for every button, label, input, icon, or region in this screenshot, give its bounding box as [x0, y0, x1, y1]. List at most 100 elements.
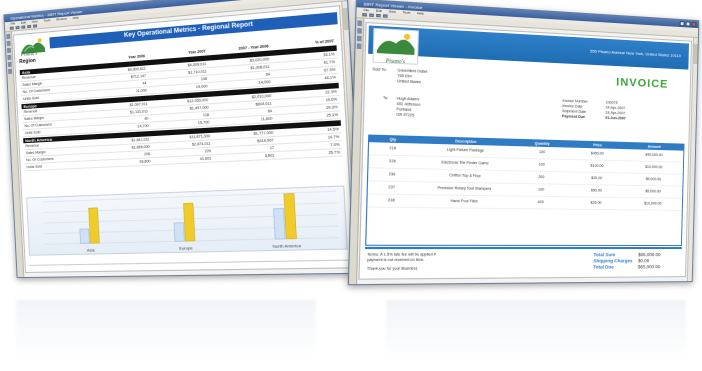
menu-help[interactable]: Help [72, 15, 78, 20]
cell: $450.00 [590, 151, 604, 156]
cell: 237 [388, 185, 396, 190]
menu-tools[interactable]: Tools [402, 10, 410, 15]
menu-file[interactable]: File [363, 8, 369, 13]
cell: $10,000.00 [644, 164, 663, 170]
total-label: Total Sum [593, 252, 616, 258]
cell: 100 [538, 162, 545, 167]
sold-to-block: Sold To: Greenfield Outlet 765 Elm Unite… [372, 67, 427, 84]
forward-icon[interactable] [32, 24, 38, 28]
navigator-icon[interactable] [8, 68, 13, 75]
outline-icon[interactable] [357, 28, 362, 34]
cell: $50.00 [590, 188, 602, 193]
cell: $10,000.00 [644, 201, 662, 206]
line-items-table: Qty Description Quantity Price Amount 21… [365, 134, 685, 247]
info-label: Payment Due [561, 114, 586, 120]
menu-edit[interactable]: Edit [376, 8, 382, 13]
sold-to-line: United States [397, 79, 422, 85]
cell: 226 [388, 158, 396, 164]
palette-icon[interactable] [6, 33, 11, 40]
palette-icon[interactable] [357, 20, 363, 27]
scene: Operational Metrics - BIRT Report Viewer… [0, 0, 702, 371]
report-footer [29, 259, 349, 270]
category-label: Europe [179, 245, 193, 251]
cell: $100.00 [590, 163, 604, 168]
cell: Electronic Tile Finder Game [441, 160, 489, 166]
category-label: North America [272, 243, 302, 249]
ship-to-line: OR 97225 [396, 112, 415, 118]
library-icon[interactable] [7, 54, 12, 61]
invoice-window: BIRT Report Viewer - Invoice File Edit V… [347, 0, 700, 286]
menu-view[interactable]: View [388, 9, 395, 14]
menu-tools[interactable]: Tools [43, 18, 50, 23]
minimize-button[interactable] [679, 20, 685, 27]
info-value: 01-Jun-2007 [605, 115, 626, 121]
cell: Hand Pool Files [450, 198, 478, 204]
total-value: $65,000.00 [637, 264, 661, 270]
cell: 100 [537, 187, 545, 192]
scroll-thumb[interactable] [342, 7, 349, 31]
invoice-page: 555 Pisano Avenue New York, United State… [358, 21, 692, 280]
report-window: Operational Metrics - BIRT Report Viewer… [3, 0, 364, 279]
ship-to-block: To: Hugh Adams 451 Jefferson Portland OR… [383, 96, 421, 118]
cell: $25.00 [590, 200, 602, 205]
thanks-text: Thank you for your Business [366, 266, 418, 271]
terms-text: Terms: A 1.5% late fee will be applied i… [366, 252, 436, 263]
sold-to-label: Sold To: [372, 67, 387, 73]
cell: Light Fixture Package [446, 147, 485, 153]
back-icon[interactable] [382, 14, 388, 18]
cell: $25.00 [591, 175, 603, 181]
print-icon[interactable] [21, 25, 26, 29]
total-label: Total Due [593, 264, 614, 270]
print-icon[interactable] [376, 13, 381, 18]
company-logo-icon [376, 33, 415, 55]
cell: 200 [538, 174, 545, 180]
save-icon[interactable] [369, 13, 374, 17]
scroll-thumb[interactable] [693, 43, 698, 65]
back-icon[interactable] [27, 24, 32, 29]
report-page: Pisano's Key Operational Metrics - Regio… [13, 5, 355, 273]
invoice-heading: INVOICE [615, 76, 669, 91]
cell: Chiffon Top & Flop [449, 173, 481, 179]
bar-2006-north-america [273, 208, 285, 239]
bar-chart: Asia Europe North America [27, 187, 346, 253]
category-label: Asia [87, 247, 96, 252]
maximize-button[interactable] [685, 21, 691, 27]
bar-2006-asia [80, 229, 90, 244]
cell: $45,000.00 [645, 152, 663, 158]
cell: 100 [538, 149, 546, 155]
menu-file[interactable]: File [10, 21, 15, 25]
bar-2006-europe [174, 223, 184, 242]
total-row: Total Due $65,000.00 [593, 264, 673, 271]
company-address: 555 Pisano Avenue New York, United State… [589, 48, 681, 59]
bar-2007-north-america [284, 194, 297, 239]
bar-2007-asia [89, 208, 100, 243]
data-icon[interactable] [6, 47, 12, 54]
properties-icon[interactable] [7, 61, 12, 68]
library-icon[interactable] [356, 43, 362, 50]
totals-block: Total Sum $65,000.00 Shipping Charges $0… [593, 252, 674, 271]
cell: $5,000.00 [645, 189, 661, 194]
logo-text: Pisano's [385, 58, 406, 66]
menu-help[interactable]: Help [417, 11, 424, 16]
invoice-logo: Pisano's [372, 27, 419, 66]
open-icon[interactable] [362, 13, 367, 17]
menu-edit[interactable]: Edit [21, 20, 26, 24]
data-icon[interactable] [356, 35, 362, 42]
total-label: Shipping Charges [593, 258, 633, 264]
outline-icon[interactable] [6, 40, 11, 47]
bar-2007-europe [183, 203, 195, 241]
metrics-table: Year 2006 Year 2007 2007 - Year 2006 % o… [19, 38, 343, 172]
open-icon[interactable] [9, 26, 14, 30]
close-button[interactable] [691, 21, 697, 27]
terms-note: Terms: A 1.5% late fee will be applied i… [367, 252, 447, 272]
invoice-info-values: 100075 24-Apr-2007 24-Apr-2007 01-Jun-20… [605, 100, 626, 121]
cell: $5,000.00 [645, 177, 662, 182]
invoice-reflection [386, 300, 686, 360]
menu-view[interactable]: View [31, 19, 37, 24]
save-icon[interactable] [15, 25, 20, 30]
cell: 400 [537, 199, 544, 205]
invoice-info-labels: Invoice Number Invoice Date Shipment Dat… [562, 99, 588, 121]
cell: 238 [387, 198, 395, 203]
cell: Precision Rotary Tool Stampers [437, 185, 492, 191]
invoice-summary: Terms: A 1.5% late fee will be applied i… [364, 246, 682, 278]
